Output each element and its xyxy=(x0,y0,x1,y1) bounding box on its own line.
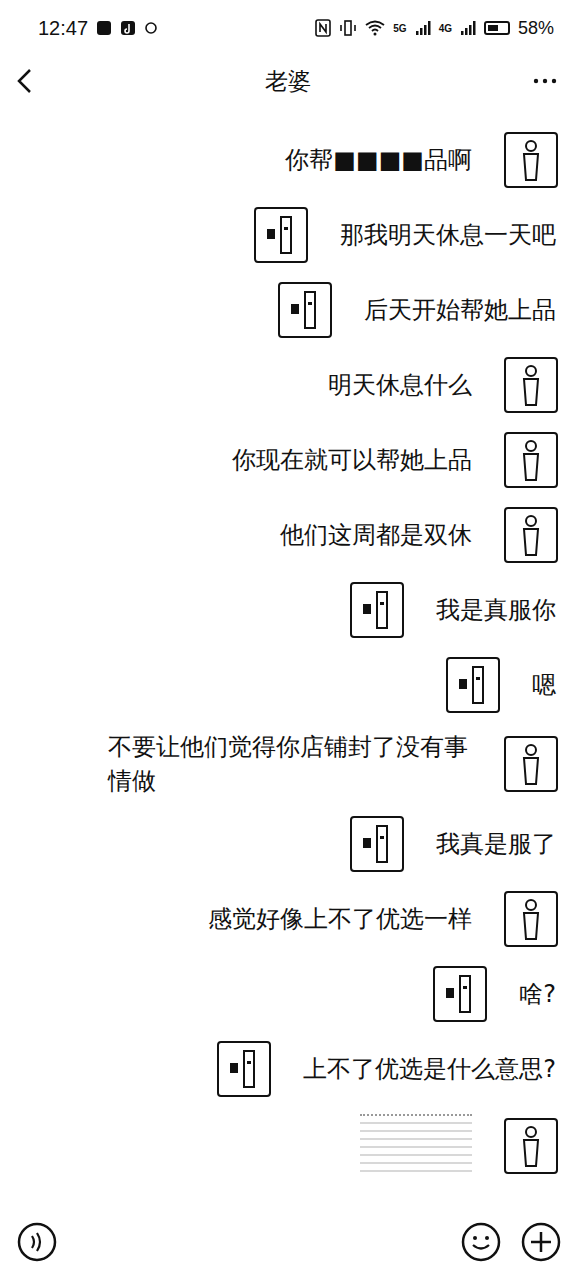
clock: 12:47 xyxy=(38,17,88,40)
message-row: 嗯 xyxy=(0,647,576,722)
battery-icon xyxy=(484,21,510,35)
input-bar xyxy=(0,1204,576,1280)
person-icon xyxy=(516,742,546,786)
message-bubble: 你现在就可以帮她上品 xyxy=(232,443,472,477)
message-list: 你帮■■■■品啊那我明天休息一天吧后天开始帮她上品明天休息什么你现在就可以帮她上… xyxy=(0,106,576,1204)
figure-icon xyxy=(357,588,397,632)
signal-icon xyxy=(460,20,476,36)
message-bubble: 后天开始帮她上品 xyxy=(364,293,556,327)
figure-icon xyxy=(261,213,301,257)
voice-icon[interactable] xyxy=(16,1221,58,1263)
message-row: 上不了优选是什么意思? xyxy=(0,1031,576,1106)
avatar[interactable] xyxy=(350,582,404,638)
nfc-icon xyxy=(315,19,331,37)
message-bubble: 你帮■■■■品啊 xyxy=(285,143,472,177)
person-icon xyxy=(516,1124,546,1168)
message-bubble: 嗯 xyxy=(532,668,556,702)
chat-title: 老婆 xyxy=(74,66,502,97)
message-row: 那我明天休息一天吧 xyxy=(0,197,576,272)
wifi-icon xyxy=(365,20,385,36)
message-bubble: 我真是服了 xyxy=(436,827,556,861)
back-icon[interactable] xyxy=(14,67,34,95)
message-bubble: 明天休息什么 xyxy=(328,368,472,402)
message-row: 后天开始帮她上品 xyxy=(0,272,576,347)
avatar[interactable] xyxy=(504,432,558,488)
network-label: 4G xyxy=(439,23,452,34)
avatar[interactable] xyxy=(504,1118,558,1174)
app-icon xyxy=(96,20,112,36)
message-bubble: 我是真服你 xyxy=(436,593,556,627)
person-icon xyxy=(516,897,546,941)
message-row: 你现在就可以帮她上品 xyxy=(0,422,576,497)
message-row: 我是真服你 xyxy=(0,572,576,647)
emoji-icon[interactable] xyxy=(460,1221,502,1263)
message-row: 你帮■■■■品啊 xyxy=(0,122,576,197)
avatar[interactable] xyxy=(504,507,558,563)
sync-icon xyxy=(144,21,158,35)
person-icon xyxy=(516,513,546,557)
plus-icon[interactable] xyxy=(520,1221,562,1263)
figure-icon xyxy=(285,288,325,332)
avatar[interactable] xyxy=(217,1041,271,1097)
avatar[interactable] xyxy=(254,207,308,263)
message-row xyxy=(0,1106,576,1186)
battery-percent: 58% xyxy=(518,18,554,39)
message-row: 不要让他们觉得你店铺封了没有事情做 xyxy=(0,722,576,806)
avatar[interactable] xyxy=(350,816,404,872)
message-row: 他们这周都是双休 xyxy=(0,497,576,572)
avatar[interactable] xyxy=(504,891,558,947)
figure-icon xyxy=(224,1047,264,1091)
status-bar: 12:47 5G 4G 58% xyxy=(0,0,576,56)
vibrate-icon xyxy=(339,19,357,37)
message-bubble: 感觉好像上不了优选一样 xyxy=(208,902,472,936)
message-bubble: 啥? xyxy=(519,977,556,1011)
person-icon xyxy=(516,138,546,182)
network-label: 5G xyxy=(393,23,406,34)
figure-icon xyxy=(453,663,493,707)
signal-icon xyxy=(415,20,431,36)
message-row: 感觉好像上不了优选一样 xyxy=(0,881,576,956)
tiktok-icon xyxy=(120,20,136,36)
message-row: 啥? xyxy=(0,956,576,1031)
person-icon xyxy=(516,438,546,482)
avatar[interactable] xyxy=(504,132,558,188)
chat-screen: 12:47 5G 4G 58% 老婆你帮■■■■品啊那我明天休息一天吧后天开始帮她上品明… xyxy=(0,0,576,1280)
image-message[interactable] xyxy=(360,1114,472,1178)
person-icon xyxy=(516,363,546,407)
message-bubble: 他们这周都是双休 xyxy=(280,518,472,552)
message-bubble: 那我明天休息一天吧 xyxy=(340,218,556,252)
message-bubble: 不要让他们觉得你店铺封了没有事情做 xyxy=(108,730,472,798)
message-bubble: 上不了优选是什么意思? xyxy=(303,1052,556,1086)
avatar[interactable] xyxy=(446,657,500,713)
message-row: 我真是服了 xyxy=(0,806,576,881)
avatar[interactable] xyxy=(433,966,487,1022)
avatar[interactable] xyxy=(504,736,558,792)
avatar[interactable] xyxy=(278,282,332,338)
more-icon[interactable] xyxy=(502,71,562,91)
figure-icon xyxy=(357,822,397,866)
avatar[interactable] xyxy=(504,357,558,413)
message-row: 明天休息什么 xyxy=(0,347,576,422)
chat-header: 老婆 xyxy=(0,56,576,106)
figure-icon xyxy=(440,972,480,1016)
